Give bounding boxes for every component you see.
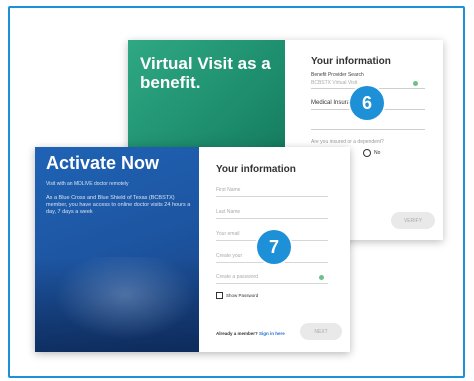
dependent-question: Are you insured or a dependent? bbox=[311, 139, 384, 145]
show-password-checkbox[interactable] bbox=[216, 292, 223, 299]
valid-check-icon bbox=[413, 81, 418, 86]
no-radio[interactable] bbox=[363, 149, 371, 157]
last-name-input[interactable]: Last Name bbox=[216, 209, 240, 215]
no-option-label: No bbox=[374, 150, 381, 156]
already-member-text: Already a member? Sign in here bbox=[216, 331, 285, 336]
valid-check-icon bbox=[319, 275, 324, 280]
provider-search-label: Benefit Provider Search bbox=[311, 72, 364, 78]
field-underline bbox=[216, 283, 328, 284]
create-username-input[interactable]: Create your bbox=[216, 253, 242, 259]
activate-title: Activate Now bbox=[46, 153, 160, 173]
email-input[interactable]: Your email bbox=[216, 231, 239, 237]
field-underline bbox=[311, 129, 425, 130]
first-name-input[interactable]: First Name bbox=[216, 187, 240, 193]
activate-now-card: Activate Now Visit with an MDLIVE doctor… bbox=[35, 147, 350, 352]
form-heading: Your information bbox=[311, 56, 391, 67]
form-heading: Your information bbox=[216, 164, 296, 175]
activate-banner: Activate Now Visit with an MDLIVE doctor… bbox=[35, 147, 199, 352]
field-underline bbox=[216, 218, 328, 219]
show-password-label: Show Password bbox=[226, 293, 259, 298]
password-input[interactable]: Create a password bbox=[216, 274, 258, 280]
doctor-video-photo bbox=[35, 257, 199, 352]
field-underline bbox=[216, 196, 328, 197]
next-button[interactable]: NEXT bbox=[300, 323, 342, 340]
step-7-badge: 7 bbox=[257, 230, 291, 264]
sign-in-link[interactable]: Sign in here bbox=[259, 331, 285, 336]
provider-search-input[interactable]: BCBSTX Virtual Visit bbox=[311, 80, 357, 86]
already-member-label: Already a member? bbox=[216, 331, 258, 336]
verify-button[interactable]: VERIFY bbox=[391, 212, 435, 229]
step-6-badge: 6 bbox=[350, 86, 384, 120]
activate-body: As a Blue Cross and Blue Shield of Texas… bbox=[46, 195, 191, 215]
virtual-visit-title: Virtual Visit as a benefit. bbox=[140, 54, 271, 92]
activate-subtitle: Visit with an MDLIVE doctor remotely bbox=[46, 181, 129, 187]
